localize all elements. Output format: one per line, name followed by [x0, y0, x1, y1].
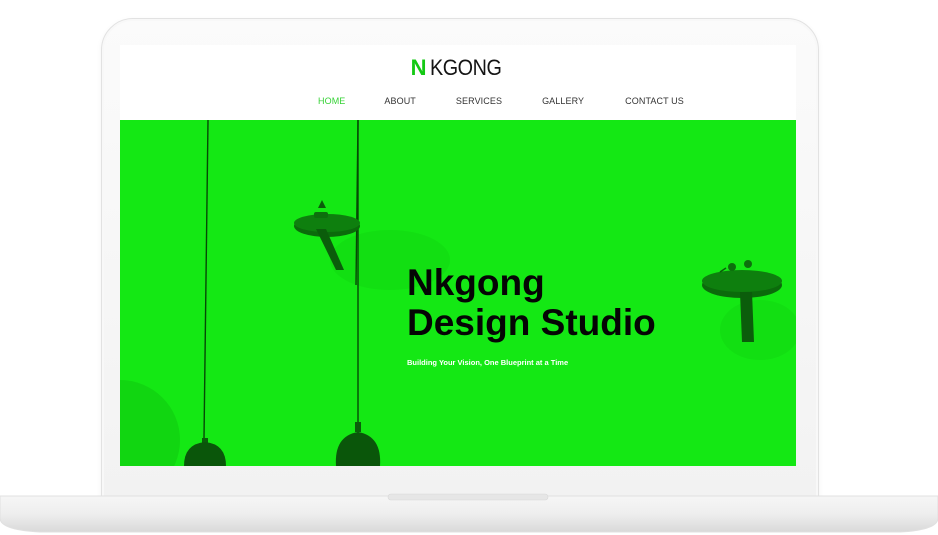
logo-initial: N: [410, 55, 427, 80]
nav-contact-us[interactable]: CONTACT US: [625, 96, 684, 106]
hero-title-line-1: Nkgong: [407, 262, 545, 303]
hero-subtitle: Building Your Vision, One Blueprint at a…: [407, 358, 569, 367]
nav-home[interactable]: HOME: [318, 96, 345, 106]
site-header: N KGONG HOME ABOUT SERVICES GALLERY CONTA…: [120, 45, 796, 120]
site-logo[interactable]: N KGONG: [120, 55, 796, 81]
hero-section: Nkgong Design Studio Building Your Visio…: [120, 120, 796, 466]
pendant-lamp-right: [335, 422, 381, 466]
hero-title: Nkgong Design Studio: [407, 263, 656, 343]
nav-about[interactable]: ABOUT: [384, 96, 416, 106]
pendant-lamp-left: [184, 438, 226, 466]
nav-services[interactable]: SERVICES: [456, 96, 502, 106]
laptop-screen: N KGONG HOME ABOUT SERVICES GALLERY CONTA…: [120, 45, 796, 466]
main-nav: HOME ABOUT SERVICES GALLERY CONTACT US: [318, 94, 684, 108]
mockup-stage: N KGONG HOME ABOUT SERVICES GALLERY CONTA…: [0, 0, 938, 535]
laptop-base: [0, 490, 938, 535]
nav-gallery[interactable]: GALLERY: [542, 96, 584, 106]
hero-title-line-2: Design Studio: [407, 302, 656, 343]
logo-text: KGONG: [429, 55, 502, 80]
